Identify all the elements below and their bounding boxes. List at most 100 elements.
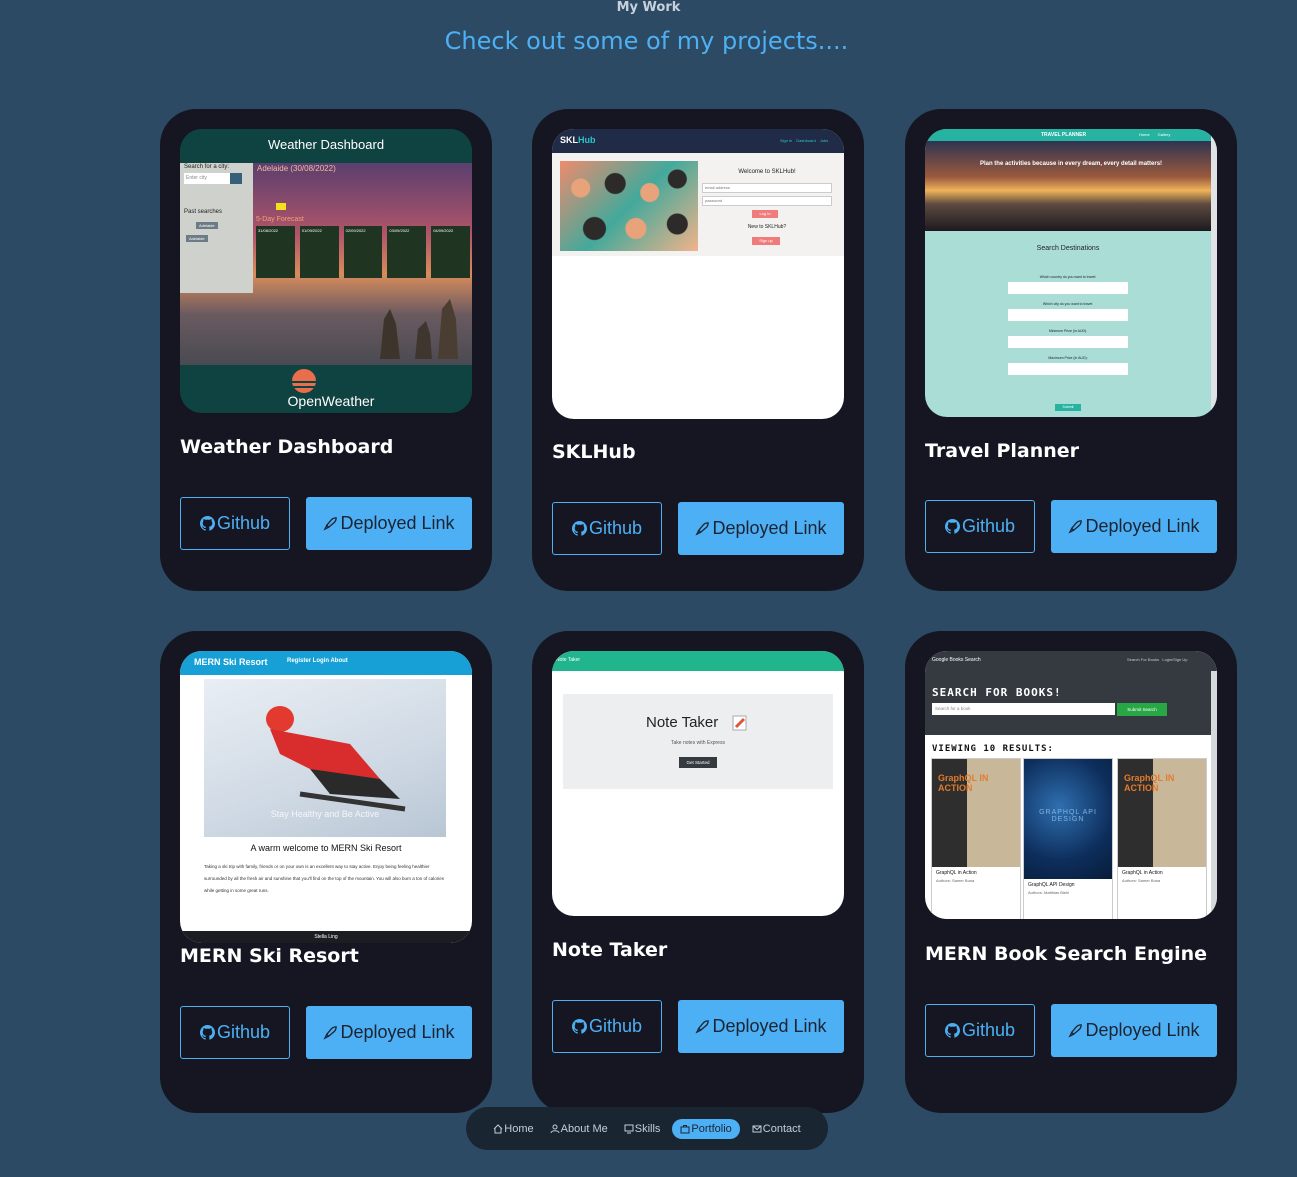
- bottom-nav: Home About Me Skills Portfolio Contact: [466, 1107, 828, 1150]
- thumb-book-card: GRAPHQL API DESIGN GraphQL API Design Au…: [1023, 758, 1113, 919]
- github-label: Github: [216, 513, 271, 533]
- user-icon: [550, 1124, 560, 1134]
- thumb-field-label: Which country do you want to travel:: [1039, 275, 1097, 279]
- nav-item-portfolio[interactable]: Portfolio: [672, 1118, 740, 1139]
- deployed-label: Deployed Link: [340, 1022, 455, 1042]
- thumb-forecast-row: 31/08/2022 01/09/2022 02/09/2022 03/09/2…: [256, 226, 470, 278]
- github-label: Github: [588, 1016, 643, 1036]
- thumb-results: VIEWING 10 RESULTS:: [932, 744, 1054, 754]
- project-screenshot[interactable]: TRAVEL PLANNER Home Gallery Plan the acti…: [925, 129, 1217, 417]
- thumb-field-input: [1008, 336, 1128, 348]
- project-screenshot[interactable]: Weather Dashboard Search for a city: Ent…: [180, 129, 472, 413]
- thumb-sub: Take notes with Express: [671, 740, 725, 746]
- thumb-book-card: GraphQL IN ACTION GraphQL in Action Auth…: [1117, 758, 1207, 919]
- thumb-section: Search Destinations: [1036, 245, 1100, 252]
- deployed-link-button[interactable]: Deployed Link: [306, 497, 472, 550]
- nav-item-skills[interactable]: Skills: [620, 1120, 665, 1138]
- thumb-forecast-label: 5-Day Forecast: [256, 216, 304, 223]
- github-icon: [571, 1019, 587, 1034]
- thumb-field-label: Minimum Price (in AUD):: [1048, 329, 1088, 333]
- skier-icon: [240, 699, 410, 824]
- rocket-icon: [1068, 519, 1083, 534]
- github-icon: [944, 519, 960, 534]
- thumb-cliffs: [360, 279, 460, 359]
- thumb-field-label: Maximum Price (in AUD):: [1048, 356, 1088, 360]
- thumb-scrollbar: [1211, 671, 1217, 919]
- deployed-label: Deployed Link: [340, 513, 455, 533]
- thumb-navbar: [552, 651, 844, 671]
- thumb-brand: TRAVEL PLANNER: [1041, 132, 1087, 138]
- github-button[interactable]: Github: [925, 1004, 1035, 1057]
- thumb-uv-badge: [276, 203, 286, 210]
- github-button[interactable]: Github: [180, 1006, 290, 1059]
- github-label: Github: [961, 516, 1016, 536]
- thumb-new-to: New to SKLHub?: [747, 224, 787, 230]
- thumb-welcome: Welcome to SKLHub!: [738, 169, 796, 175]
- thumb-city-line: Adelaide (30/08/2022): [257, 164, 336, 173]
- monitor-icon: [624, 1124, 634, 1134]
- deployed-link-button[interactable]: Deployed Link: [678, 502, 844, 555]
- project-screenshot[interactable]: Google Books Search Search For Books Log…: [925, 651, 1217, 919]
- deployed-label: Deployed Link: [712, 518, 827, 538]
- thumb-field-input: [1008, 282, 1128, 294]
- github-button[interactable]: Github: [925, 500, 1035, 553]
- nav-label: About Me: [560, 1122, 608, 1135]
- thumb-heading: Note Taker: [646, 714, 719, 731]
- thumb-search-label: Search for a city:: [184, 164, 230, 170]
- thumb-past-item: Adelaide: [196, 222, 218, 229]
- thumb-email-input: email address: [702, 183, 832, 193]
- thumb-book-cover: GRAPHQL API DESIGN: [1024, 759, 1112, 879]
- thumb-nav: Sign in Dashboard Jobs: [780, 138, 829, 143]
- github-icon: [199, 1025, 215, 1040]
- nav-item-home[interactable]: Home: [489, 1120, 537, 1138]
- nav-item-about-me[interactable]: About Me: [546, 1120, 612, 1138]
- github-button[interactable]: Github: [552, 1000, 662, 1053]
- thumb-book-title: GraphQL API Design: [1028, 882, 1075, 888]
- github-label: Github: [216, 1022, 271, 1042]
- github-button[interactable]: Github: [180, 497, 290, 550]
- deployed-link-button[interactable]: Deployed Link: [1051, 1004, 1217, 1057]
- project-title: Travel Planner: [925, 440, 1080, 462]
- deployed-label: Deployed Link: [712, 1016, 827, 1036]
- nav-label: Portfolio: [691, 1122, 732, 1135]
- thumb-nav: Register Login About: [287, 658, 348, 664]
- github-icon: [199, 516, 215, 531]
- deployed-link-button[interactable]: Deployed Link: [1051, 500, 1217, 553]
- thumb-past-label: Past searches: [184, 209, 223, 215]
- thumb-footer: Stella Ling: [180, 931, 472, 943]
- home-icon: [493, 1123, 503, 1134]
- github-label: Github: [961, 1020, 1016, 1040]
- project-card-note-taker: Note Taker Note Taker Take notes with Ex…: [532, 631, 864, 1113]
- thumb-hero: [925, 141, 1217, 231]
- briefcase-icon: [680, 1124, 690, 1134]
- section-kicker: My Work: [616, 0, 681, 15]
- thumb-field-label: Which city do you want to travel:: [1042, 302, 1094, 306]
- project-title: MERN Book Search Engine: [925, 943, 1208, 965]
- thumb-forecast-card: 04/09/2022: [431, 226, 470, 278]
- thumb-submit: Submit: [1055, 404, 1081, 411]
- thumb-field-input: [1008, 363, 1128, 375]
- project-card-sklhub: SKLHub Sign in Dashboard Jobs Welcome to S…: [532, 109, 864, 591]
- github-button[interactable]: Github: [552, 502, 662, 555]
- deployed-link-button[interactable]: Deployed Link: [678, 1000, 844, 1053]
- deployed-label: Deployed Link: [1085, 516, 1200, 536]
- thumb-forecast-card: 03/09/2022: [387, 226, 427, 278]
- project-title: Note Taker: [552, 939, 668, 961]
- thumb-book-author: Authors: Samer Buna: [1122, 878, 1161, 883]
- github-icon: [571, 521, 587, 536]
- deployed-link-button[interactable]: Deployed Link: [306, 1006, 472, 1059]
- thumb-brand: SKLHub: [560, 135, 596, 145]
- project-screenshot[interactable]: SKLHub Sign in Dashboard Jobs Welcome to S…: [552, 129, 844, 419]
- project-screenshot[interactable]: MERN Ski Resort Register Login About Sta…: [180, 651, 472, 943]
- rocket-icon: [1068, 1023, 1083, 1038]
- thumb-book-cover: GraphQL IN ACTION: [932, 759, 1020, 867]
- nav-item-contact[interactable]: Contact: [748, 1120, 805, 1138]
- thumb-search-input: Search for a book: [932, 703, 1115, 715]
- thumb-brand: Note Taker: [556, 657, 581, 663]
- github-label: Github: [588, 518, 643, 538]
- section-headline: Check out some of my projects....: [444, 27, 849, 55]
- project-screenshot[interactable]: Note Taker Note Taker Take notes with Ex…: [552, 651, 844, 916]
- thumb-welcome: A warm welcome to MERN Ski Resort: [250, 843, 402, 853]
- nav-label: Contact: [762, 1122, 801, 1135]
- thumb-illustration: [560, 161, 698, 251]
